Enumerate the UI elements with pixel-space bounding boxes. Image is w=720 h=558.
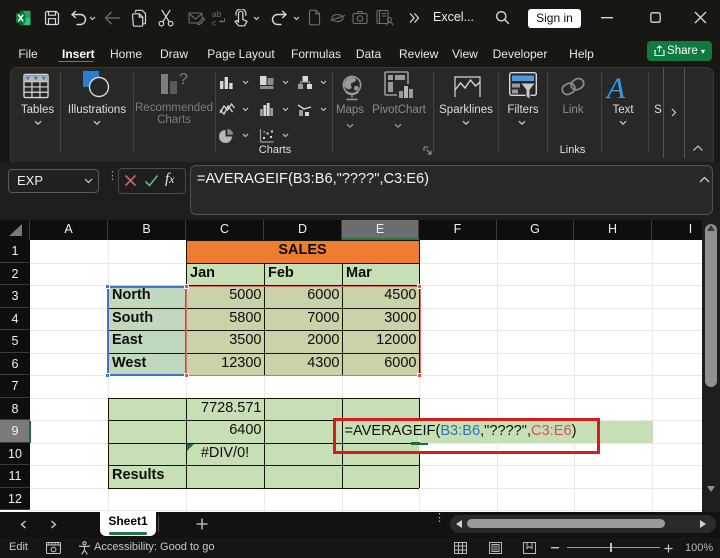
svg-text:A: A bbox=[605, 72, 626, 102]
svg-text:?: ? bbox=[179, 71, 188, 88]
